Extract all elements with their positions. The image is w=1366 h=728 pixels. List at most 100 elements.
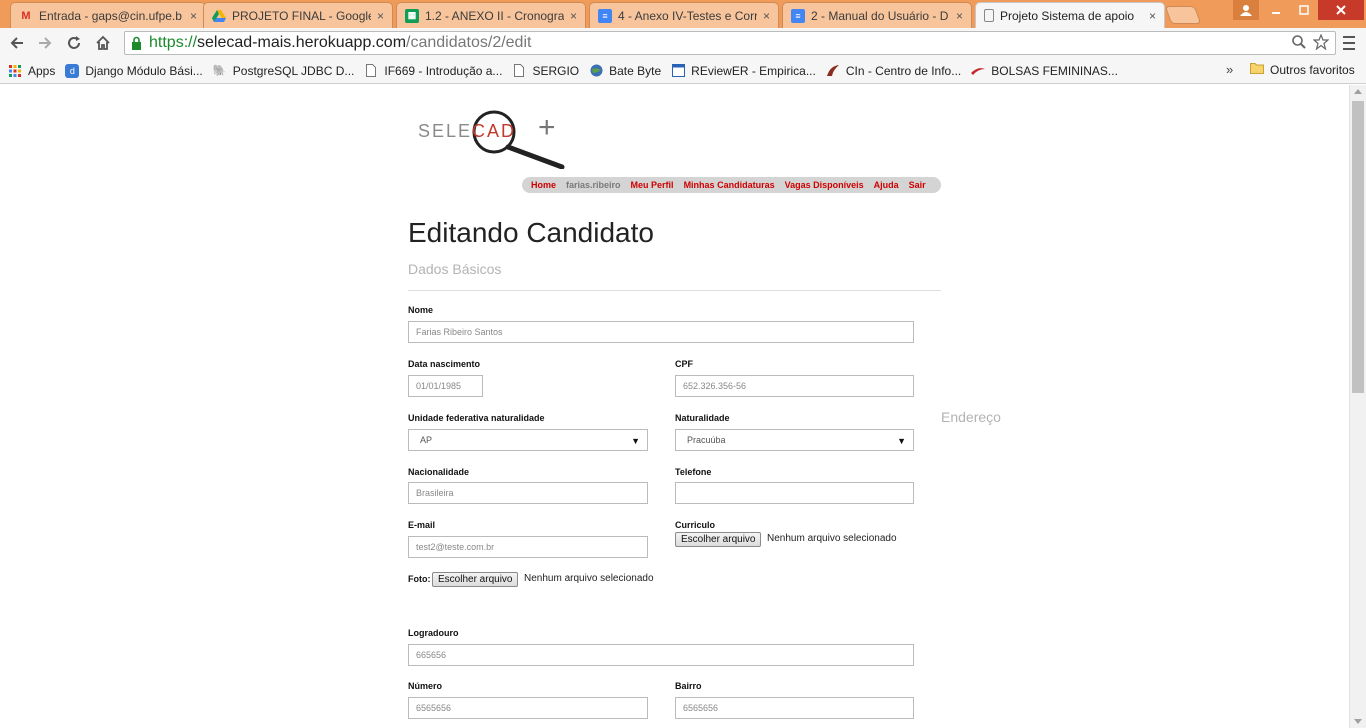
page-content: SELECAD + Home farias.ribeiro Meu Perfil… [0,85,1349,728]
close-icon[interactable]: × [763,9,770,23]
bookmark-sergio[interactable]: SERGIO [512,64,579,78]
naturalidade-select[interactable]: Pracuúba ▼ [675,429,914,451]
uf-label: Unidade federativa naturalidade [408,413,545,423]
nome-input[interactable]: Farias Ribeiro Santos [408,321,914,343]
nav-applications[interactable]: Minhas Candidaturas [684,180,775,190]
globe-icon [589,64,603,78]
address-bar[interactable]: https://selecad-mais.herokuapp.com/candi… [124,31,1336,55]
page-title: Editando Candidato [408,217,654,248]
close-icon[interactable]: × [956,9,963,23]
nav-vacancies[interactable]: Vagas Disponíveis [785,180,864,190]
cpf-label: CPF [675,359,693,369]
reload-icon[interactable] [63,32,85,54]
curriculo-file-button[interactable]: Escolher arquivo [675,532,762,547]
scroll-up-arrow-icon[interactable] [1354,89,1362,94]
scroll-down-arrow-icon[interactable] [1354,719,1362,724]
tab-sheets[interactable]: ▦ 1.2 - ANEXO II - Cronogra × [396,2,586,28]
bookmark-label: Outros favoritos [1270,62,1355,77]
bookmark-other-folder[interactable]: Outros favoritos [1250,62,1355,77]
close-icon[interactable]: × [570,9,577,23]
tab-docs-testes[interactable]: ≡ 4 - Anexo IV-Testes e Corr × [589,2,779,28]
uf-selected-value: AP [420,435,433,445]
bookmark-star-icon[interactable] [1312,33,1330,54]
bairro-input[interactable]: 6565656 [675,697,914,719]
browser-menu-icon[interactable] [1340,34,1358,52]
section-divider [408,290,941,291]
foto-file-button[interactable]: Escolher arquivo [432,572,519,587]
bookmark-bolsas[interactable]: BOLSAS FEMININAS... [971,64,1118,78]
folder-icon [1250,62,1264,77]
section-address: Endereço [941,409,1001,425]
bookmark-reviewer[interactable]: REviewER - Empirica... [671,64,816,78]
back-arrow-icon[interactable] [6,32,28,54]
new-tab-button[interactable] [1164,6,1202,24]
bookmark-label: REviewER - Empirica... [691,63,816,78]
numero-label: Número [408,681,443,691]
curriculo-label: Curriculo [675,520,716,530]
apps-grid-icon [8,64,22,78]
cpf-input[interactable]: 652.326.356-56 [675,375,914,397]
bookmark-label: SERGIO [532,63,580,78]
page-icon [512,64,526,78]
nav-help[interactable]: Ajuda [874,180,899,190]
tab-strip: M Entrada - gaps@cin.ufpe.b × PROJETO FI… [0,0,1366,28]
tab-drive[interactable]: PROJETO FINAL - Google × [203,2,393,28]
telefone-input[interactable] [675,482,914,504]
tab-title: 2 - Manual do Usuário - D [811,8,949,23]
nacionalidade-input[interactable]: Brasileira [408,482,648,504]
nome-label: Nome [408,305,434,315]
page-icon [364,64,378,78]
bookmark-django[interactable]: d Django Módulo Bási... [65,63,203,78]
drive-icon [212,9,226,23]
bairro-label: Bairro [675,681,702,691]
logo-plus: + [538,111,556,144]
page-scrollbar[interactable] [1349,85,1366,728]
bookmark-apps[interactable]: Apps [8,64,55,78]
curriculo-file-status: Nenhum arquivo selecionado [767,533,897,544]
close-icon[interactable]: × [190,9,197,23]
nav-username: farias.ribeiro [566,180,621,190]
dropdown-arrow-icon: ▼ [631,436,640,446]
bookmarks-overflow-chevron[interactable]: » [1226,62,1233,77]
site-logo[interactable]: SELECAD + [414,107,574,169]
logo-wordmark: SELECAD [418,121,517,141]
nav-logout[interactable]: Sair [909,180,926,190]
site-nav: Home farias.ribeiro Meu Perfil Minhas Ca… [522,177,941,193]
section-basic-data: Dados Básicos [408,261,502,277]
bookmark-cin[interactable]: CIn - Centro de Info... [826,64,961,78]
bookmark-if669[interactable]: IF669 - Introdução a... [364,64,502,78]
bookmark-label: Bate Byte [609,63,662,78]
scrollbar-thumb[interactable] [1352,101,1364,393]
tab-gmail[interactable]: M Entrada - gaps@cin.ufpe.b × [10,2,206,28]
tab-active-projeto[interactable]: Projeto Sistema de apoio × [975,2,1165,28]
minimize-icon[interactable] [1262,0,1290,20]
dropdown-arrow-icon: ▼ [897,436,906,446]
browser-toolbar: https://selecad-mais.herokuapp.com/candi… [0,28,1366,58]
close-icon[interactable]: × [377,9,384,23]
maximize-icon[interactable] [1290,0,1318,20]
user-profile-icon[interactable] [1233,0,1259,20]
bookmark-postgresql[interactable]: 🐘 PostgreSQL JDBC D... [213,63,355,78]
nacionalidade-label: Nacionalidade [408,467,470,477]
bookmark-label: PostgreSQL JDBC D... [232,63,355,78]
bookmark-label: Django Módulo Bási... [85,63,203,78]
tab-docs-manual[interactable]: ≡ 2 - Manual do Usuário - D × [782,2,972,28]
bookmark-bate-byte[interactable]: Bate Byte [589,64,661,78]
tab-title: PROJETO FINAL - Google [232,8,371,23]
nav-home[interactable]: Home [531,180,556,190]
nav-profile[interactable]: Meu Perfil [631,180,674,190]
uf-select[interactable]: AP ▼ [408,429,648,451]
email-input[interactable]: test2@teste.com.br [408,536,648,558]
numero-input[interactable]: 6565656 [408,697,648,719]
tab-title: Entrada - gaps@cin.ufpe.b [39,8,182,23]
close-icon[interactable]: × [1149,9,1156,23]
data-nascimento-input[interactable]: 01/01/1985 [408,375,483,397]
zoom-icon[interactable] [1291,34,1307,54]
forward-arrow-icon[interactable] [34,32,56,54]
home-icon[interactable] [92,32,114,54]
window-close-icon[interactable] [1318,0,1364,20]
telefone-label: Telefone [675,467,712,477]
bolsas-icon [971,64,986,78]
logradouro-input[interactable]: 665656 [408,644,914,666]
naturalidade-selected-value: Pracuúba [687,435,726,445]
